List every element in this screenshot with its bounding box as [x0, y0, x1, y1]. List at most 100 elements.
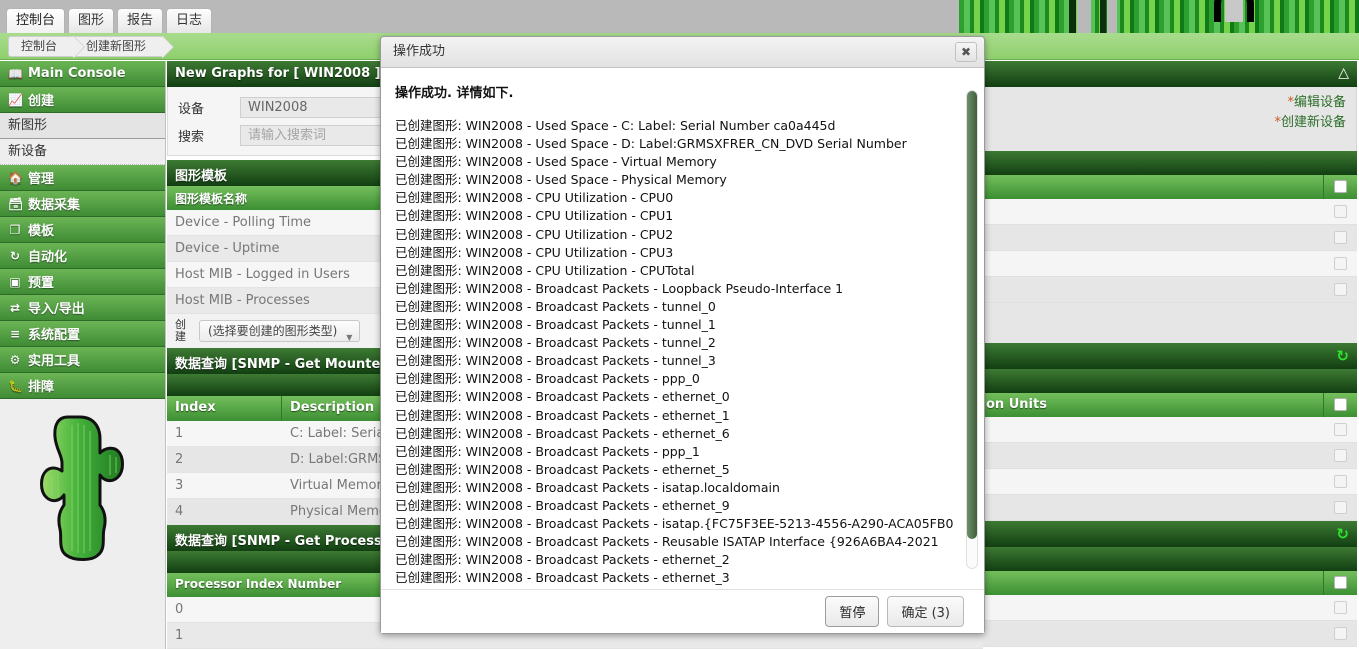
log-line: 已创建图形: WIN2008 - Broadcast Packets - Loo… — [395, 280, 844, 296]
window-icon: ▣ — [9, 274, 21, 289]
table-row[interactable] — [980, 417, 1357, 443]
bug-icon: 🐛 — [8, 378, 23, 393]
sidebar-item-troubleshooting[interactable]: 🐛 排障 — [0, 373, 165, 399]
table-row[interactable] — [980, 443, 1357, 469]
log-line: 已创建图形: WIN2008 - CPU Utilization - CPUTo… — [395, 262, 695, 278]
sidebar-item-presets[interactable]: ▣ 预置 — [0, 269, 165, 295]
tab-console[interactable]: 控制台 — [6, 8, 66, 33]
refresh-icon[interactable]: ↻ — [1336, 347, 1349, 365]
sidebar: 📖 Main Console 📈 创建 新图形 新设备 🏠 管理 🗃 数据采集 … — [0, 61, 166, 649]
created-graphs-log: 已创建图形: WIN2008 - Used Space - C: Label: … — [395, 117, 964, 589]
sidebar-item-templates[interactable]: ❐ 模板 — [0, 217, 165, 243]
breadcrumb-item-new-graphs[interactable]: 创建新图形 — [73, 36, 175, 58]
refresh-icon[interactable]: ↻ — [1336, 525, 1349, 543]
log-line: 已创建图形: WIN2008 - Broadcast Packets - ppp… — [395, 443, 700, 459]
select-all-cell-2[interactable] — [1323, 393, 1357, 417]
log-line: 已创建图形: WIN2008 - Broadcast Packets - eth… — [395, 587, 964, 589]
sidebar-item-utilities[interactable]: ⚙ 实用工具 — [0, 347, 165, 373]
cacti-logo-area — [0, 399, 165, 599]
chevron-up-icon[interactable]: △ — [1338, 65, 1349, 81]
breadcrumb-item-console[interactable]: 控制台 — [8, 36, 86, 58]
sidebar-item-new-graphs[interactable]: 新图形 — [0, 113, 165, 139]
log-line: 已创建图形: WIN2008 - CPU Utilization - CPU2 — [395, 226, 674, 242]
table-row[interactable] — [980, 469, 1357, 495]
row-checkbox[interactable] — [1334, 423, 1347, 436]
graph-type-select[interactable]: (选择要创建的图形类型) ▼ — [199, 320, 361, 342]
pause-button[interactable]: 暂停 — [825, 596, 880, 627]
row-checkbox[interactable] — [1334, 283, 1347, 296]
sidebar-item-management-label: 管理 — [28, 172, 55, 187]
ok-button[interactable]: 确定 (3) — [887, 596, 964, 627]
table-row[interactable] — [980, 199, 1357, 225]
cell-index: 2 — [175, 452, 184, 467]
cacti-cactus-logo — [40, 415, 124, 561]
sidebar-item-new-device[interactable]: 新设备 — [0, 139, 165, 165]
table-row[interactable] — [980, 251, 1357, 277]
right-table-header-2: on Units — [980, 393, 1357, 417]
close-icon[interactable]: ✖ — [955, 42, 977, 62]
right-panel-device-header: △ — [980, 61, 1357, 87]
log-line: 已创建图形: WIN2008 - Broadcast Packets - ppp… — [395, 371, 700, 387]
sidebar-item-data-collection-label: 数据采集 — [28, 198, 81, 213]
row-checkbox[interactable] — [1334, 449, 1347, 462]
tab-reports[interactable]: 报告 — [117, 8, 164, 33]
row-checkbox[interactable] — [1334, 627, 1347, 640]
sidebar-item-create[interactable]: 📈 创建 — [0, 87, 165, 113]
right-table-header-2-label: on Units — [986, 397, 1047, 412]
tab-logs[interactable]: 日志 — [166, 8, 213, 33]
column-header-index[interactable]: Index — [167, 396, 282, 421]
row-checkbox[interactable] — [1334, 475, 1347, 488]
table-row[interactable] — [980, 277, 1357, 303]
right-panel-device-body: *编辑设备 *创建新设备 — [980, 87, 1357, 151]
sidebar-item-automation[interactable]: ↻ 自动化 — [0, 243, 165, 269]
sidebar-item-configuration[interactable]: ≡ 系统配置 — [0, 321, 165, 347]
sidebar-item-main-console[interactable]: 📖 Main Console — [0, 61, 165, 87]
sidebar-item-data-collection[interactable]: 🗃 数据采集 — [0, 191, 165, 217]
tab-console-label: 控制台 — [16, 13, 56, 28]
row-checkbox[interactable] — [1334, 231, 1347, 244]
dialog-title: 操作成功 — [393, 44, 446, 59]
row-checkbox[interactable] — [1334, 205, 1347, 218]
log-line: 已创建图形: WIN2008 - Broadcast Packets - eth… — [395, 552, 730, 568]
sidebar-item-import-export[interactable]: ⇄ 导入/导出 — [0, 295, 165, 321]
right-table-header-1 — [980, 175, 1357, 199]
log-line: 已创建图形: WIN2008 - Broadcast Packets - isa… — [395, 516, 954, 532]
create-new-device-link[interactable]: *创建新设备 — [981, 113, 1346, 133]
dialog-scrollbar-thumb[interactable] — [967, 91, 977, 539]
tab-logs-label: 日志 — [176, 13, 203, 28]
log-line: 已创建图形: WIN2008 - Broadcast Packets - eth… — [395, 407, 730, 423]
select-all-checkbox-3[interactable] — [1334, 576, 1347, 589]
create-label: 创建 — [175, 318, 186, 343]
right-panel-spacer — [980, 303, 1357, 343]
table-row[interactable] — [980, 225, 1357, 251]
log-line: 已创建图形: WIN2008 - Broadcast Packets - tun… — [395, 298, 716, 314]
table-row[interactable] — [980, 621, 1357, 647]
database-icon: 🗃 — [8, 196, 24, 211]
edit-device-link[interactable]: *编辑设备 — [981, 93, 1346, 113]
dialog-scrollbar[interactable] — [966, 90, 978, 569]
table-row[interactable] — [980, 595, 1357, 621]
select-all-checkbox-1[interactable] — [1334, 180, 1347, 193]
log-line: 已创建图形: WIN2008 - Broadcast Packets - Reu… — [395, 534, 939, 550]
sidebar-item-management[interactable]: 🏠 管理 — [0, 165, 165, 191]
breadcrumb: 控制台 创建新图形 — [8, 36, 175, 58]
select-all-checkbox-2[interactable] — [1334, 398, 1347, 411]
select-all-cell-3[interactable] — [1323, 571, 1357, 595]
row-checkbox[interactable] — [1334, 601, 1347, 614]
table-row[interactable] — [980, 495, 1357, 521]
right-panel-section-header-1 — [980, 151, 1357, 175]
chart-icon: 📈 — [8, 92, 23, 107]
select-all-cell-1[interactable] — [1323, 175, 1357, 199]
dialog-footer: 暂停 确定 (3) — [381, 589, 984, 633]
row-checkbox[interactable] — [1334, 501, 1347, 514]
row-checkbox[interactable] — [1334, 257, 1347, 270]
sliders-icon: ≡ — [9, 326, 21, 341]
sidebar-item-main-console-label: Main Console — [28, 66, 126, 81]
log-line: 已创建图形: WIN2008 - Used Space - C: Label: … — [395, 118, 836, 133]
sidebar-item-templates-label: 模板 — [28, 224, 55, 239]
chevron-down-icon: ▼ — [346, 333, 353, 342]
tab-graphs[interactable]: 图形 — [68, 8, 115, 33]
top-tab-bar: 控制台 图形 报告 日志 — [0, 3, 213, 33]
sidebar-item-presets-label: 预置 — [28, 276, 55, 291]
log-line: 已创建图形: WIN2008 - CPU Utilization - CPU3 — [395, 244, 674, 260]
